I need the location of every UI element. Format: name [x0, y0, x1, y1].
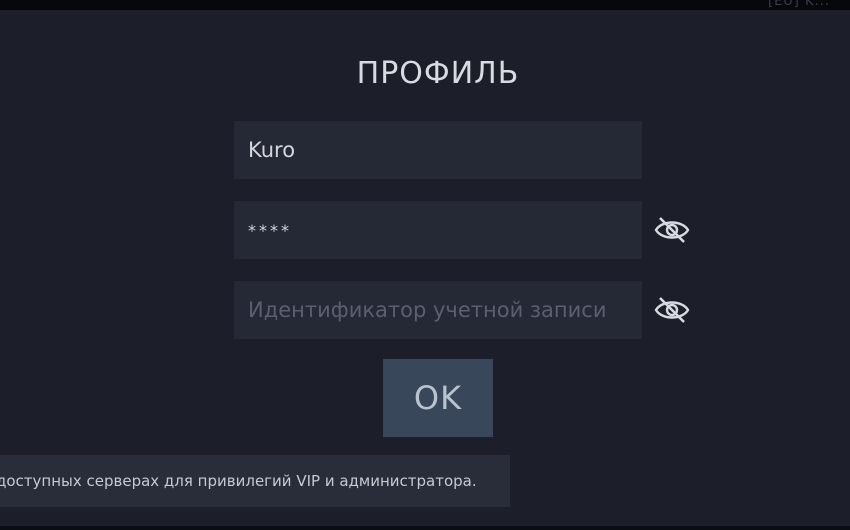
eye-slash-icon[interactable] [653, 214, 691, 246]
corner-tag: [EU] K... [768, 0, 830, 9]
password-field[interactable] [234, 201, 642, 259]
ok-button[interactable]: OK [383, 359, 493, 437]
eye-slash-icon[interactable] [653, 294, 691, 326]
top-bar: [EU] K... [0, 0, 850, 10]
notice-banner: доступных серверах для привилегий VIP и … [0, 455, 510, 507]
username-field[interactable] [234, 121, 642, 179]
account-id-field[interactable] [234, 281, 642, 339]
dialog-title: ПРОФИЛЬ [356, 56, 520, 91]
profile-dialog: ПРОФИЛЬ OK доступных серверах для привил… [0, 10, 850, 526]
notice-text: доступных серверах для привилегий VIP и … [0, 472, 477, 490]
